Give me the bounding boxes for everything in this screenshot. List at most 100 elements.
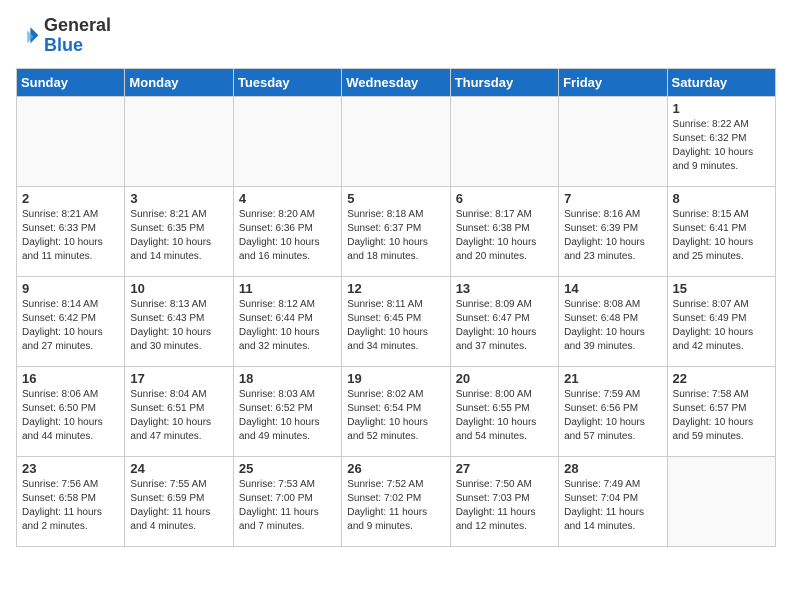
- day-number: 4: [239, 191, 336, 206]
- day-info: Sunrise: 8:03 AM Sunset: 6:52 PM Dayligh…: [239, 388, 336, 444]
- day-info: Sunrise: 8:04 AM Sunset: 6:51 PM Dayligh…: [130, 388, 227, 444]
- page-header: General Blue: [16, 16, 776, 56]
- calendar-cell: 28 Sunrise: 7:49 AM Sunset: 7:04 PM Dayli…: [559, 456, 667, 546]
- day-number: 8: [673, 191, 770, 206]
- day-info: Sunrise: 8:22 AM Sunset: 6:32 PM Dayligh…: [673, 118, 770, 174]
- day-info: Sunrise: 7:58 AM Sunset: 6:57 PM Dayligh…: [673, 388, 770, 444]
- day-number: 28: [564, 461, 661, 476]
- calendar-cell: 13 Sunrise: 8:09 AM Sunset: 6:47 PM Dayli…: [450, 276, 558, 366]
- calendar-cell: 24 Sunrise: 7:55 AM Sunset: 6:59 PM Dayli…: [125, 456, 233, 546]
- day-number: 11: [239, 281, 336, 296]
- calendar-week-row: 1 Sunrise: 8:22 AM Sunset: 6:32 PM Daylig…: [17, 96, 776, 186]
- calendar-week-row: 16 Sunrise: 8:06 AM Sunset: 6:50 PM Dayli…: [17, 366, 776, 456]
- calendar-cell: 5 Sunrise: 8:18 AM Sunset: 6:37 PM Daylig…: [342, 186, 450, 276]
- day-info: Sunrise: 7:49 AM Sunset: 7:04 PM Dayligh…: [564, 478, 661, 534]
- weekday-header: Wednesday: [342, 68, 450, 96]
- calendar-cell: 10 Sunrise: 8:13 AM Sunset: 6:43 PM Dayli…: [125, 276, 233, 366]
- calendar-cell: 25 Sunrise: 7:53 AM Sunset: 7:00 PM Dayli…: [233, 456, 341, 546]
- calendar-cell: 26 Sunrise: 7:52 AM Sunset: 7:02 PM Dayli…: [342, 456, 450, 546]
- calendar-table: SundayMondayTuesdayWednesdayThursdayFrid…: [16, 68, 776, 547]
- day-info: Sunrise: 8:13 AM Sunset: 6:43 PM Dayligh…: [130, 298, 227, 354]
- calendar-cell: 9Sunrise: 8:14 AM Sunset: 6:42 PM Daylig…: [17, 276, 125, 366]
- calendar-cell: 20 Sunrise: 8:00 AM Sunset: 6:55 PM Dayli…: [450, 366, 558, 456]
- day-info: Sunrise: 8:18 AM Sunset: 6:37 PM Dayligh…: [347, 208, 444, 264]
- day-info: Sunrise: 7:55 AM Sunset: 6:59 PM Dayligh…: [130, 478, 227, 534]
- calendar-cell: 1 Sunrise: 8:22 AM Sunset: 6:32 PM Daylig…: [667, 96, 775, 186]
- calendar-cell: 6 Sunrise: 8:17 AM Sunset: 6:38 PM Daylig…: [450, 186, 558, 276]
- calendar-week-row: 9Sunrise: 8:14 AM Sunset: 6:42 PM Daylig…: [17, 276, 776, 366]
- calendar-cell: [342, 96, 450, 186]
- day-number: 10: [130, 281, 227, 296]
- calendar-cell: 11 Sunrise: 8:12 AM Sunset: 6:44 PM Dayli…: [233, 276, 341, 366]
- day-number: 22: [673, 371, 770, 386]
- weekday-header: Saturday: [667, 68, 775, 96]
- calendar-week-row: 23Sunrise: 7:56 AM Sunset: 6:58 PM Dayli…: [17, 456, 776, 546]
- day-number: 2: [22, 191, 119, 206]
- day-number: 14: [564, 281, 661, 296]
- calendar-cell: 22 Sunrise: 7:58 AM Sunset: 6:57 PM Dayli…: [667, 366, 775, 456]
- calendar-cell: [667, 456, 775, 546]
- day-info: Sunrise: 8:06 AM Sunset: 6:50 PM Dayligh…: [22, 388, 119, 444]
- calendar-cell: [125, 96, 233, 186]
- calendar-cell: 21 Sunrise: 7:59 AM Sunset: 6:56 PM Dayli…: [559, 366, 667, 456]
- day-info: Sunrise: 8:12 AM Sunset: 6:44 PM Dayligh…: [239, 298, 336, 354]
- day-number: 25: [239, 461, 336, 476]
- day-number: 6: [456, 191, 553, 206]
- calendar-cell: 12 Sunrise: 8:11 AM Sunset: 6:45 PM Dayli…: [342, 276, 450, 366]
- weekday-row: SundayMondayTuesdayWednesdayThursdayFrid…: [17, 68, 776, 96]
- logo: General Blue: [16, 16, 111, 56]
- day-number: 15: [673, 281, 770, 296]
- day-number: 12: [347, 281, 444, 296]
- day-number: 17: [130, 371, 227, 386]
- day-number: 24: [130, 461, 227, 476]
- weekday-header: Thursday: [450, 68, 558, 96]
- calendar-cell: 7Sunrise: 8:16 AM Sunset: 6:39 PM Daylig…: [559, 186, 667, 276]
- day-info: Sunrise: 8:17 AM Sunset: 6:38 PM Dayligh…: [456, 208, 553, 264]
- day-number: 19: [347, 371, 444, 386]
- calendar-cell: 3Sunrise: 8:21 AM Sunset: 6:35 PM Daylig…: [125, 186, 233, 276]
- day-number: 26: [347, 461, 444, 476]
- calendar-cell: 8 Sunrise: 8:15 AM Sunset: 6:41 PM Daylig…: [667, 186, 775, 276]
- day-info: Sunrise: 7:59 AM Sunset: 6:56 PM Dayligh…: [564, 388, 661, 444]
- calendar-cell: 18 Sunrise: 8:03 AM Sunset: 6:52 PM Dayli…: [233, 366, 341, 456]
- calendar-cell: [17, 96, 125, 186]
- day-info: Sunrise: 7:56 AM Sunset: 6:58 PM Dayligh…: [22, 478, 119, 534]
- calendar-cell: [233, 96, 341, 186]
- day-info: Sunrise: 8:11 AM Sunset: 6:45 PM Dayligh…: [347, 298, 444, 354]
- calendar-cell: [450, 96, 558, 186]
- day-number: 5: [347, 191, 444, 206]
- day-info: Sunrise: 8:00 AM Sunset: 6:55 PM Dayligh…: [456, 388, 553, 444]
- calendar-cell: 4 Sunrise: 8:20 AM Sunset: 6:36 PM Daylig…: [233, 186, 341, 276]
- day-number: 20: [456, 371, 553, 386]
- day-number: 13: [456, 281, 553, 296]
- day-info: Sunrise: 7:53 AM Sunset: 7:00 PM Dayligh…: [239, 478, 336, 534]
- day-info: Sunrise: 8:07 AM Sunset: 6:49 PM Dayligh…: [673, 298, 770, 354]
- logo-text: General Blue: [44, 16, 111, 56]
- day-number: 27: [456, 461, 553, 476]
- day-info: Sunrise: 8:20 AM Sunset: 6:36 PM Dayligh…: [239, 208, 336, 264]
- day-info: Sunrise: 8:15 AM Sunset: 6:41 PM Dayligh…: [673, 208, 770, 264]
- day-info: Sunrise: 7:52 AM Sunset: 7:02 PM Dayligh…: [347, 478, 444, 534]
- calendar-body: 1 Sunrise: 8:22 AM Sunset: 6:32 PM Daylig…: [17, 96, 776, 546]
- day-number: 18: [239, 371, 336, 386]
- calendar-cell: 23Sunrise: 7:56 AM Sunset: 6:58 PM Dayli…: [17, 456, 125, 546]
- calendar-cell: 19 Sunrise: 8:02 AM Sunset: 6:54 PM Dayli…: [342, 366, 450, 456]
- calendar-cell: 27 Sunrise: 7:50 AM Sunset: 7:03 PM Dayli…: [450, 456, 558, 546]
- day-info: Sunrise: 7:50 AM Sunset: 7:03 PM Dayligh…: [456, 478, 553, 534]
- day-number: 7: [564, 191, 661, 206]
- day-info: Sunrise: 8:02 AM Sunset: 6:54 PM Dayligh…: [347, 388, 444, 444]
- calendar-cell: 2 Sunrise: 8:21 AM Sunset: 6:33 PM Daylig…: [17, 186, 125, 276]
- logo-icon: [16, 24, 40, 48]
- weekday-header: Sunday: [17, 68, 125, 96]
- day-info: Sunrise: 8:21 AM Sunset: 6:33 PM Dayligh…: [22, 208, 119, 264]
- calendar-cell: 15 Sunrise: 8:07 AM Sunset: 6:49 PM Dayli…: [667, 276, 775, 366]
- day-number: 1: [673, 101, 770, 116]
- day-number: 16: [22, 371, 119, 386]
- day-number: 21: [564, 371, 661, 386]
- day-info: Sunrise: 8:09 AM Sunset: 6:47 PM Dayligh…: [456, 298, 553, 354]
- day-info: Sunrise: 8:08 AM Sunset: 6:48 PM Dayligh…: [564, 298, 661, 354]
- day-info: Sunrise: 8:14 AM Sunset: 6:42 PM Dayligh…: [22, 298, 119, 354]
- calendar-cell: 14 Sunrise: 8:08 AM Sunset: 6:48 PM Dayli…: [559, 276, 667, 366]
- calendar-header: SundayMondayTuesdayWednesdayThursdayFrid…: [17, 68, 776, 96]
- weekday-header: Monday: [125, 68, 233, 96]
